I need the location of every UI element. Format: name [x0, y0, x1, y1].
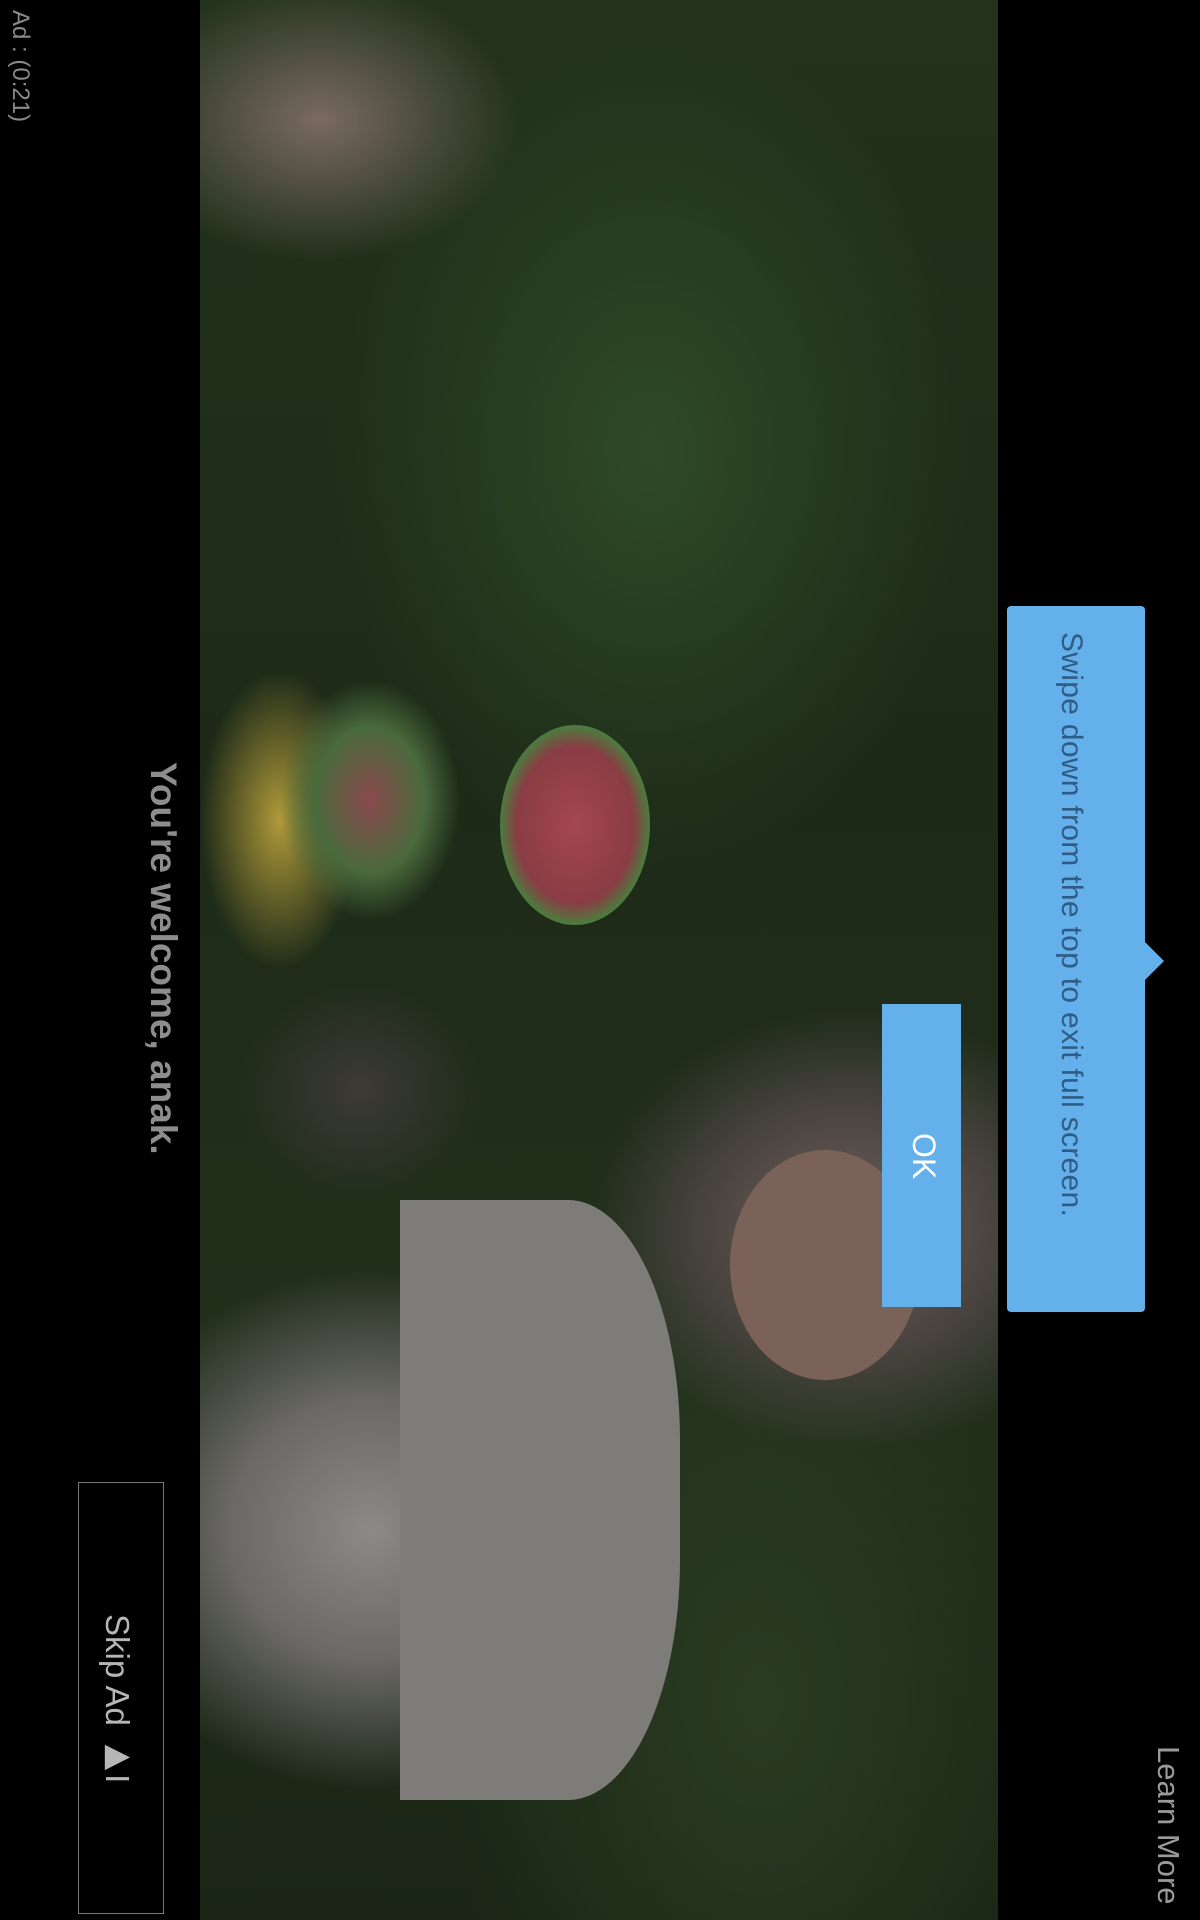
- video-caption: You're welcome, anak.: [143, 762, 184, 1155]
- video-frame-figure: [400, 1200, 680, 1800]
- video-frame-fruit: [500, 725, 650, 925]
- ok-button-label[interactable]: OK: [905, 1133, 942, 1179]
- skip-ad-label[interactable]: Skip Ad ▶I: [98, 1614, 137, 1783]
- ad-timer: Ad : (0:21): [7, 10, 34, 123]
- tooltip-message: Swipe down from the top to exit full scr…: [1055, 632, 1088, 1218]
- tooltip-arrow: [1145, 942, 1164, 980]
- video-player[interactable]: [200, 0, 998, 1920]
- learn-more-link[interactable]: Learn More: [1150, 1746, 1186, 1905]
